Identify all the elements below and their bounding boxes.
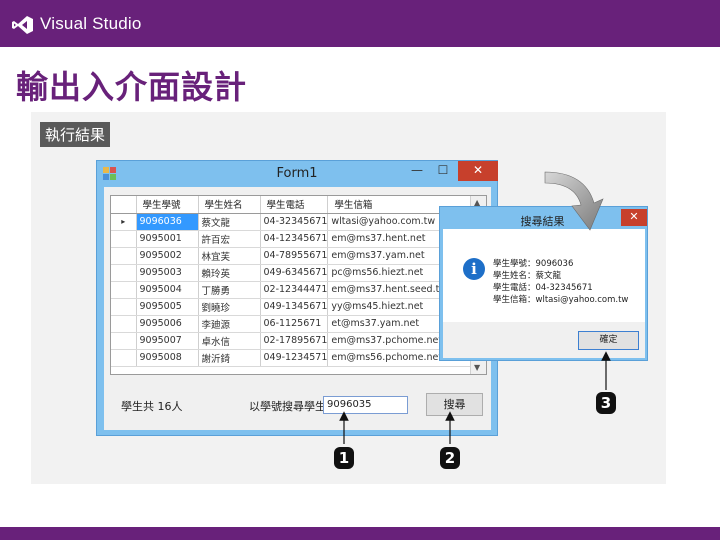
table-cell[interactable]: 04-32345671 <box>260 213 329 231</box>
table-cell[interactable]: 許百宏 <box>198 230 261 248</box>
table-cell[interactable]: 049-1234571 <box>260 349 329 367</box>
dialog-footer: 確定 <box>443 322 645 358</box>
run-result-label: 執行結果 <box>40 122 111 147</box>
table-row[interactable]: 9095001 許百宏 04-12345671 em@ms37.hent.net <box>111 230 479 248</box>
minimize-button[interactable]: — <box>404 161 430 181</box>
form1-titlebar[interactable]: Form1 — ☐ ✕ <box>97 161 498 187</box>
row-header[interactable] <box>111 230 137 248</box>
table-cell[interactable]: 049-1345671 <box>260 298 329 316</box>
search-button[interactable]: 搜尋 <box>426 393 483 416</box>
table-row[interactable]: 9095006 李廸源 06-1125671 et@ms37.yam.net <box>111 315 479 333</box>
search-label: 以學號搜尋學生 <box>249 400 326 413</box>
form1-client-area: 學生學號 學生姓名 學生電話 學生信箱 ▸ 9096036 蔡文龍 04-32345671 w… <box>104 187 491 430</box>
row-header[interactable]: ▸ <box>111 213 137 231</box>
header-bar: Visual Studio <box>0 0 720 47</box>
row-header[interactable] <box>111 281 137 299</box>
table-cell[interactable]: 李廸源 <box>198 315 261 333</box>
table-cell[interactable]: 9095004 <box>136 281 199 299</box>
info-icon: i <box>463 258 485 280</box>
dialog-line: 學生姓名：蔡文龍 <box>493 271 562 281</box>
dialog-line: 學生電話：04-32345671 <box>493 283 593 293</box>
student-table: 學生學號 學生姓名 學生電話 學生信箱 ▸ 9096036 蔡文龍 04-32345671 w… <box>111 196 479 367</box>
table-row[interactable]: 9095005 劉曉珍 049-1345671 yy@ms45.hiezt.net <box>111 298 479 316</box>
row-header-corner <box>111 196 137 214</box>
table-cell[interactable]: 9095001 <box>136 230 199 248</box>
product-name: Visual Studio <box>40 14 142 33</box>
close-button[interactable]: ✕ <box>458 161 498 181</box>
table-cell[interactable]: 02-17895671 <box>260 332 329 350</box>
table-cell[interactable]: 04-78955671 <box>260 247 329 265</box>
table-cell[interactable]: 9095005 <box>136 298 199 316</box>
table-cell[interactable]: 9095007 <box>136 332 199 350</box>
table-cell[interactable]: 賴玲英 <box>198 264 261 282</box>
visual-studio-logo-icon <box>12 16 33 34</box>
table-row[interactable]: 9095007 卓水信 02-17895671 em@ms37.pchome.net <box>111 332 479 350</box>
dialog-line: 學生學號：9096036 <box>493 259 574 269</box>
column-header[interactable]: 學生電話 <box>260 196 329 214</box>
table-row[interactable]: 9095008 謝沂錡 049-1234571 em@ms56.pchome.net <box>111 349 479 367</box>
table-cell[interactable]: 謝沂錡 <box>198 349 261 367</box>
table-row[interactable]: 9095003 賴玲英 049-6345671 pc@ms56.hiezt.net <box>111 264 479 282</box>
table-cell[interactable]: 蔡文龍 <box>198 213 261 231</box>
scroll-down-arrow-icon[interactable]: ▼ <box>474 363 480 372</box>
student-count-label: 學生共 16人 <box>121 400 183 413</box>
table-cell[interactable]: 06-1125671 <box>260 315 329 333</box>
dialog-close-button[interactable]: ✕ <box>621 209 647 226</box>
dialog-body: i 學生學號：9096036 學生姓名：蔡文龍 學生電話：04-32345671… <box>443 229 645 322</box>
table-cell[interactable]: 劉曉珍 <box>198 298 261 316</box>
table-cell[interactable]: 02-12344471 <box>260 281 329 299</box>
table-cell[interactable]: 丁勝勇 <box>198 281 261 299</box>
search-input[interactable]: 9096035 <box>323 396 408 414</box>
row-header[interactable] <box>111 264 137 282</box>
table-cell[interactable]: 9095003 <box>136 264 199 282</box>
row-header[interactable] <box>111 332 137 350</box>
table-cell[interactable]: 9096036 <box>136 213 199 231</box>
callout-3: 3 <box>596 392 616 414</box>
row-header[interactable] <box>111 349 137 367</box>
dialog-message: 學生學號：9096036 學生姓名：蔡文龍 學生電話：04-32345671 學… <box>493 258 628 306</box>
table-cell[interactable]: 9095002 <box>136 247 199 265</box>
table-cell[interactable]: 9095006 <box>136 315 199 333</box>
table-cell[interactable]: 049-6345671 <box>260 264 329 282</box>
table-row[interactable]: ▸ 9096036 蔡文龍 04-32345671 wltasi@yahoo.com.t… <box>111 213 479 231</box>
search-result-dialog: 搜尋結果 ✕ i 學生學號：9096036 學生姓名：蔡文龍 學生電話：04-3… <box>439 206 648 361</box>
row-header[interactable] <box>111 315 137 333</box>
column-header[interactable]: 學生學號 <box>136 196 199 214</box>
table-cell[interactable]: 林宜芙 <box>198 247 261 265</box>
maximize-button[interactable]: ☐ <box>430 161 456 181</box>
table-row[interactable]: 9095002 林宜芙 04-78955671 em@ms37.yam.net <box>111 247 479 265</box>
form1-window: Form1 — ☐ ✕ 學生學號 學生姓名 學生電話 學生信箱 ▸ 9096036 蔡文龍… <box>96 160 498 436</box>
callout-1: 1 <box>334 447 354 469</box>
dialog-title: 搜尋結果 <box>520 215 565 228</box>
footer-bar <box>0 527 720 540</box>
ok-button[interactable]: 確定 <box>578 331 639 350</box>
row-header[interactable] <box>111 247 137 265</box>
slide-title: 輸出入介面設計 <box>16 68 248 106</box>
callout-2: 2 <box>440 447 460 469</box>
row-header[interactable] <box>111 298 137 316</box>
column-header[interactable]: 學生姓名 <box>198 196 261 214</box>
table-cell[interactable]: 卓水信 <box>198 332 261 350</box>
student-grid[interactable]: 學生學號 學生姓名 學生電話 學生信箱 ▸ 9096036 蔡文龍 04-32345671 w… <box>110 195 487 375</box>
table-row[interactable]: 9095004 丁勝勇 02-12344471 em@ms37.hent.seed.t… <box>111 281 479 299</box>
table-cell[interactable]: 04-12345671 <box>260 230 329 248</box>
dialog-line: 學生信箱：wltasi@yahoo.com.tw <box>493 295 629 305</box>
table-cell[interactable]: 9095008 <box>136 349 199 367</box>
